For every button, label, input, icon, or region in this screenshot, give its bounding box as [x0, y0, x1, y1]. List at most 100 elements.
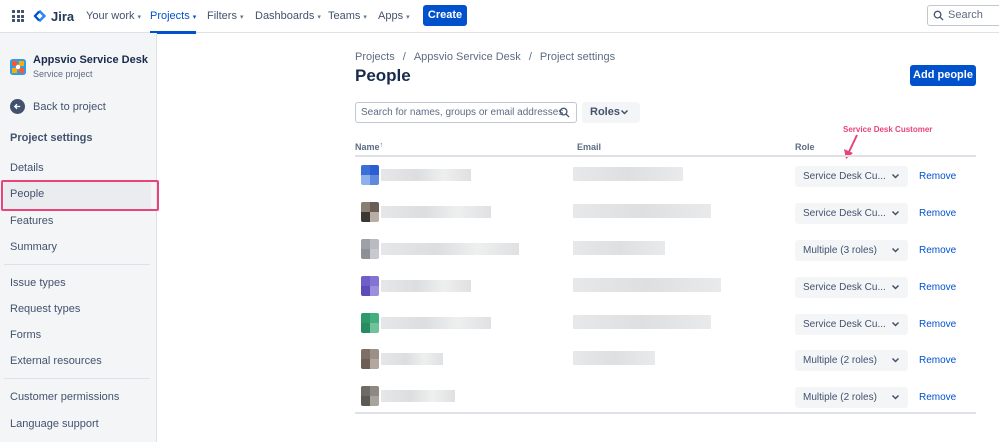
- sidebar-item-request-types[interactable]: Request types: [10, 303, 80, 315]
- remove-link[interactable]: Remove: [919, 282, 956, 293]
- breadcrumb-project-settings[interactable]: Project settings: [540, 51, 615, 63]
- redacted-email: [573, 278, 721, 292]
- nav-projects[interactable]: Projects ▾: [150, 0, 197, 34]
- avatar-pixel: [370, 276, 379, 286]
- nav-your-work[interactable]: Your work ▾: [86, 0, 141, 33]
- table-row: Service Desk Cu... Remove: [355, 194, 976, 231]
- sidebar-divider: [4, 378, 150, 379]
- avatar: [361, 386, 379, 406]
- role-select-value: Service Desk Cu...: [803, 282, 886, 293]
- sidebar-item-issue-types[interactable]: Issue types: [10, 277, 66, 289]
- avatar-pixel: [370, 165, 379, 175]
- remove-link[interactable]: Remove: [919, 319, 956, 330]
- remove-link[interactable]: Remove: [919, 171, 956, 182]
- back-to-project-link[interactable]: Back to project: [10, 99, 106, 114]
- chevron-down-icon: ▾: [137, 14, 142, 21]
- jira-logo-icon: [33, 9, 47, 23]
- role-select[interactable]: Service Desk Cu...: [795, 166, 908, 187]
- nav-teams[interactable]: Teams ▾: [328, 0, 367, 33]
- project-type: Service project: [33, 69, 93, 79]
- sidebar-item-forms[interactable]: Forms: [10, 329, 41, 341]
- role-select[interactable]: Multiple (3 roles): [795, 240, 908, 261]
- role-select[interactable]: Multiple (2 roles): [795, 387, 908, 408]
- avatar-pixel: [361, 286, 370, 296]
- avatar-pixel: [361, 212, 370, 222]
- sidebar-item-features[interactable]: Features: [10, 215, 53, 227]
- roles-filter-dropdown[interactable]: Roles: [582, 102, 640, 123]
- redacted-email: [573, 167, 683, 181]
- breadcrumb-projects[interactable]: Projects: [355, 51, 395, 63]
- redacted-name: [381, 280, 471, 292]
- avatar-pixel: [370, 212, 379, 222]
- avatar: [361, 276, 379, 296]
- top-navigation: Jira Your work ▾ Projects ▾ Filters ▾ Dashb…: [0, 0, 999, 34]
- chevron-down-icon: ▾: [239, 14, 244, 21]
- column-name-label: Name: [355, 142, 380, 152]
- redacted-name: [381, 353, 443, 365]
- redacted-email: [573, 241, 665, 255]
- nav-dashboards[interactable]: Dashboards ▾: [255, 0, 321, 33]
- role-select[interactable]: Multiple (2 roles): [795, 350, 908, 371]
- column-header-role: Role: [795, 142, 815, 152]
- chevron-down-icon: [620, 109, 629, 115]
- avatar-pixel: [361, 239, 370, 249]
- redacted-name: [381, 206, 491, 218]
- sidebar-item-details[interactable]: Details: [10, 162, 44, 174]
- people-search-input[interactable]: Search for names, groups or email addres…: [355, 102, 577, 123]
- breadcrumb-project[interactable]: Appsvio Service Desk: [414, 51, 521, 63]
- global-search-input[interactable]: Search: [927, 5, 999, 26]
- remove-link[interactable]: Remove: [919, 392, 956, 403]
- avatar: [361, 239, 379, 259]
- sidebar-item-language-support[interactable]: Language support: [10, 418, 99, 430]
- redacted-name: [381, 390, 455, 402]
- column-header-name[interactable]: Name↑: [355, 142, 383, 152]
- chevron-down-icon: [891, 394, 900, 400]
- chevron-down-icon: [891, 321, 900, 327]
- role-select[interactable]: Service Desk Cu...: [795, 203, 908, 224]
- arrow-left-icon: [10, 99, 25, 114]
- avatar-pixel: [361, 396, 370, 406]
- role-select-value: Service Desk Cu...: [803, 208, 886, 219]
- avatar-pixel: [370, 349, 379, 359]
- chevron-down-icon: [891, 173, 900, 179]
- breadcrumb-separator: /: [528, 51, 532, 63]
- people-highlight-annotation: [1, 180, 159, 211]
- role-select[interactable]: Service Desk Cu...: [795, 277, 908, 298]
- remove-link[interactable]: Remove: [919, 208, 956, 219]
- redacted-email: [573, 204, 711, 218]
- sort-ascending-icon: ↑: [379, 142, 384, 149]
- sidebar-item-external-resources[interactable]: External resources: [10, 355, 102, 367]
- create-button[interactable]: Create: [423, 5, 467, 26]
- avatar-pixel: [370, 202, 379, 212]
- avatar-pixel: [370, 386, 379, 396]
- avatar-pixel: [370, 323, 379, 333]
- jira-logo[interactable]: Jira: [33, 8, 74, 24]
- remove-link[interactable]: Remove: [919, 245, 956, 256]
- roles-label: Roles: [590, 106, 620, 118]
- avatar-pixel: [361, 313, 370, 323]
- nav-label: Your work: [86, 10, 135, 22]
- sidebar-item-summary[interactable]: Summary: [10, 241, 57, 253]
- table-row: Multiple (2 roles) Remove: [355, 341, 976, 378]
- role-select-value: Multiple (3 roles): [803, 245, 877, 256]
- sidebar-divider: [4, 264, 150, 265]
- sidebar-item-customer-permissions[interactable]: Customer permissions: [10, 391, 119, 403]
- avatar-pixel: [361, 276, 370, 286]
- avatar-pixel: [361, 323, 370, 333]
- avatar-pixel: [361, 359, 370, 369]
- role-select-value: Multiple (2 roles): [803, 355, 877, 366]
- table-row: Service Desk Cu... Remove: [355, 157, 976, 194]
- remove-link[interactable]: Remove: [919, 355, 956, 366]
- role-select[interactable]: Service Desk Cu...: [795, 314, 908, 335]
- project-name: Appsvio Service Desk: [33, 54, 148, 66]
- add-people-button[interactable]: Add people: [910, 65, 976, 86]
- nav-filters[interactable]: Filters ▾: [207, 0, 243, 33]
- back-label: Back to project: [33, 100, 106, 113]
- nav-apps[interactable]: Apps ▾: [378, 0, 410, 33]
- chevron-down-icon: ▾: [192, 14, 197, 21]
- app-switcher-icon[interactable]: [12, 10, 24, 22]
- table-row: Multiple (2 roles) Remove: [355, 378, 976, 415]
- chevron-down-icon: ▾: [363, 14, 367, 21]
- redacted-name: [381, 169, 471, 181]
- redacted-email: [573, 315, 711, 329]
